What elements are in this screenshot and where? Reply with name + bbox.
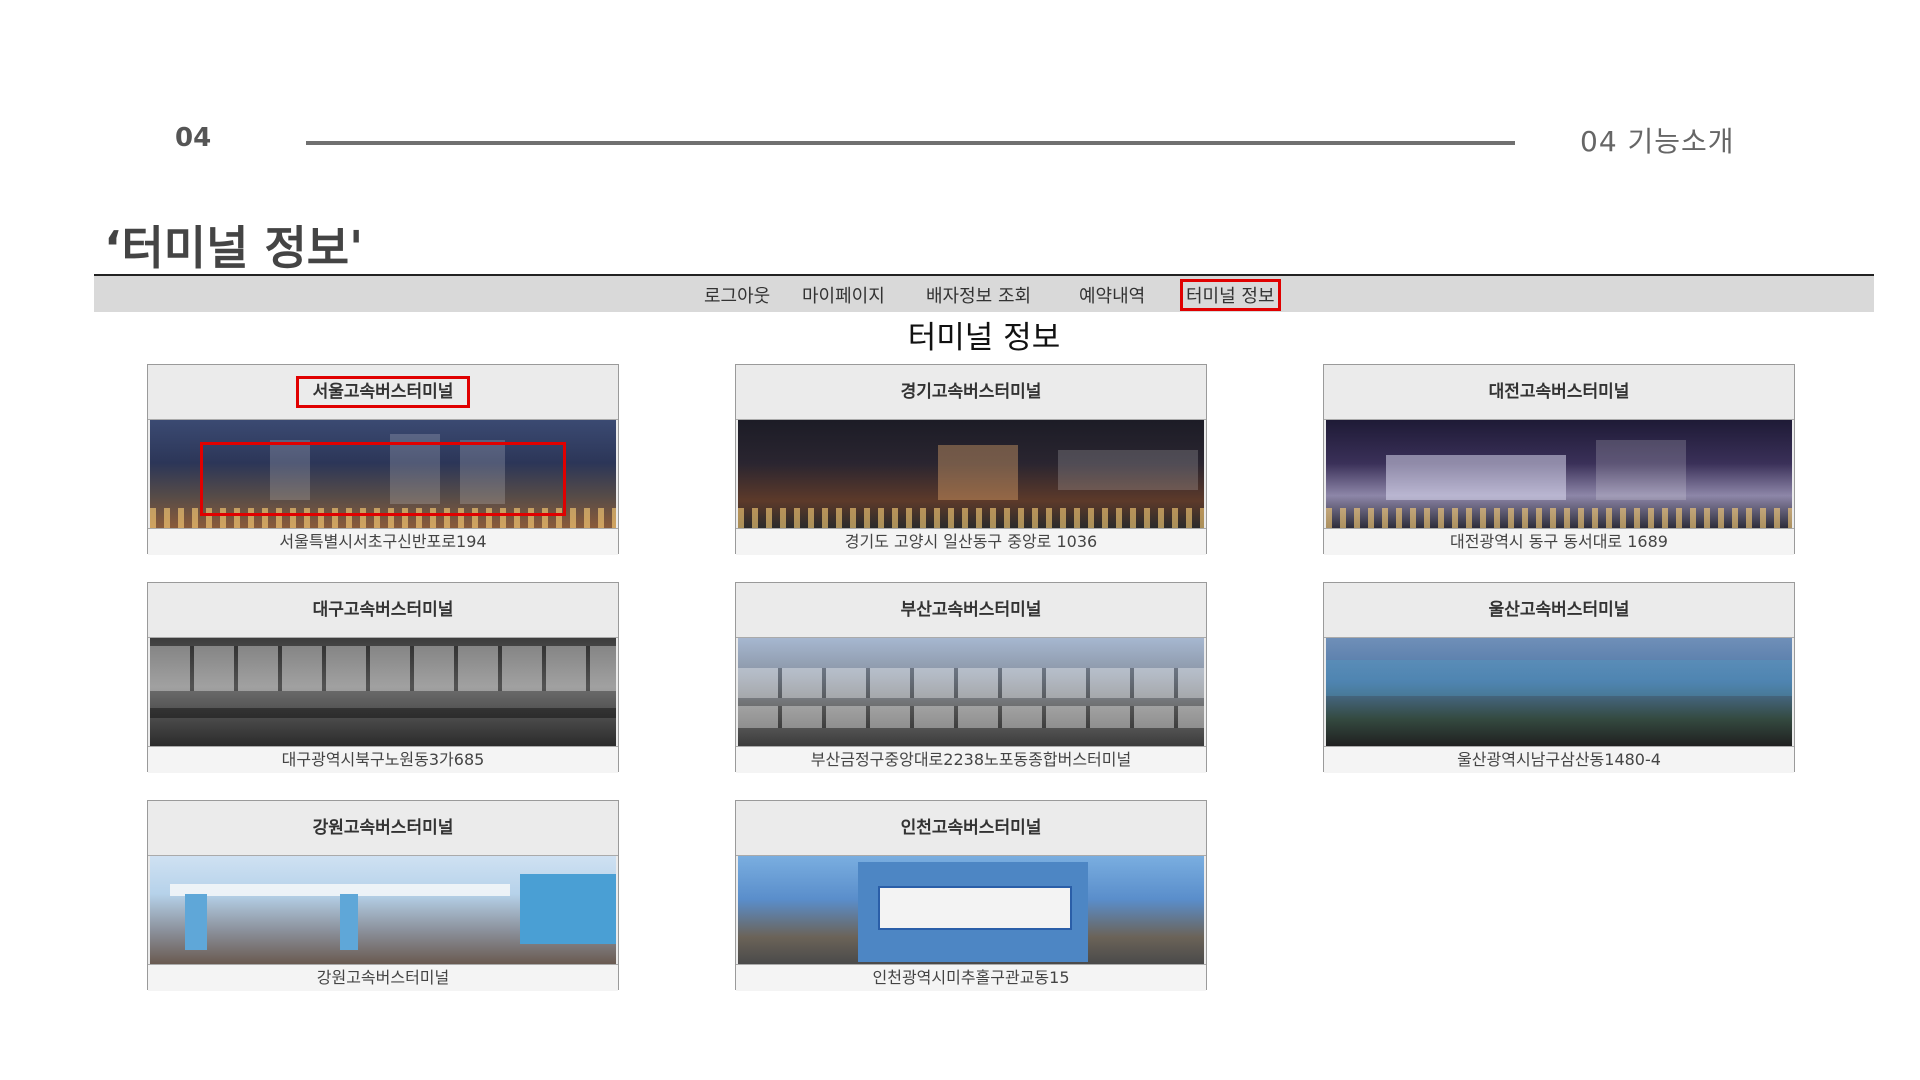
terminal-name[interactable]: 부산고속버스터미널 [891, 597, 1052, 623]
terminal-name[interactable]: 울산고속버스터미널 [1479, 597, 1640, 623]
terminal-address: 서울특별시서초구신반포로194 [148, 528, 618, 555]
header-divider [306, 141, 1515, 145]
terminal-card-daegu[interactable]: 대구고속버스터미널 대구광역시북구노원동3가685 [147, 582, 619, 773]
terminal-address: 강원고속버스터미널 [148, 964, 618, 991]
terminal-photo [738, 420, 1204, 528]
photo-highlight-box [200, 442, 566, 516]
terminal-card-daejeon[interactable]: 대전고속버스터미널 대전광역시 동구 동서대로 1689 [1323, 364, 1795, 555]
nav-mypage[interactable]: 마이페이지 [802, 282, 885, 308]
card-title: 경기고속버스터미널 [736, 365, 1206, 420]
slide-title: ‘터미널 정보' [104, 221, 364, 275]
terminal-name[interactable]: 강원고속버스터미널 [303, 815, 464, 841]
card-title: 부산고속버스터미널 [736, 583, 1206, 638]
terminal-card-busan[interactable]: 부산고속버스터미널 부산금정구중앙대로2238노포동종합버스터미널 [735, 582, 1207, 773]
terminal-name[interactable]: 대구고속버스터미널 [303, 597, 464, 623]
terminal-card-ulsan[interactable]: 울산고속버스터미널 울산광역시남구삼산동1480-4 [1323, 582, 1795, 773]
terminal-card-seoul[interactable]: 서울고속버스터미널 서울특별시서초구신반포로194 [147, 364, 619, 555]
section-label: 04 기능소개 [1580, 125, 1735, 158]
terminal-address: 대전광역시 동구 동서대로 1689 [1324, 528, 1794, 555]
terminal-photo [738, 638, 1204, 746]
card-title: 울산고속버스터미널 [1324, 583, 1794, 638]
navbar: 로그아웃 마이페이지 배자정보 조회 예약내역 터미널 정보 [94, 276, 1874, 312]
terminal-address: 울산광역시남구삼산동1480-4 [1324, 746, 1794, 773]
terminal-photo [738, 856, 1204, 964]
card-title: 대구고속버스터미널 [148, 583, 618, 638]
card-title: 대전고속버스터미널 [1324, 365, 1794, 420]
nav-logout[interactable]: 로그아웃 [704, 282, 770, 308]
terminal-address: 부산금정구중앙대로2238노포동종합버스터미널 [736, 746, 1206, 773]
terminal-address: 대구광역시북구노원동3가685 [148, 746, 618, 773]
nav-reservations[interactable]: 예약내역 [1079, 282, 1145, 308]
terminal-card-incheon[interactable]: 인천고속버스터미널 인천광역시미추홀구관교동15 [735, 800, 1207, 991]
terminal-photo [1326, 638, 1792, 746]
card-title: 서울고속버스터미널 [148, 365, 618, 420]
terminal-card-gyeonggi[interactable]: 경기고속버스터미널 경기도 고양시 일산동구 중앙로 1036 [735, 364, 1207, 555]
terminal-address: 경기도 고양시 일산동구 중앙로 1036 [736, 528, 1206, 555]
terminal-name[interactable]: 대전고속버스터미널 [1479, 379, 1640, 405]
terminal-photo [150, 420, 616, 528]
page-heading: 터미널 정보 [907, 320, 1061, 356]
nav-dispatch-info[interactable]: 배자정보 조회 [926, 282, 1031, 308]
terminal-name[interactable]: 인천고속버스터미널 [891, 815, 1052, 841]
card-title: 인천고속버스터미널 [736, 801, 1206, 856]
terminal-address: 인천광역시미추홀구관교동15 [736, 964, 1206, 991]
terminal-name[interactable]: 경기고속버스터미널 [891, 379, 1052, 405]
terminal-name[interactable]: 서울고속버스터미널 [295, 376, 471, 408]
terminal-photo [150, 638, 616, 746]
card-title: 강원고속버스터미널 [148, 801, 618, 856]
nav-terminal-info[interactable]: 터미널 정보 [1180, 279, 1281, 311]
terminal-photo [1326, 420, 1792, 528]
terminal-photo [150, 856, 616, 964]
terminal-card-gangwon[interactable]: 강원고속버스터미널 강원고속버스터미널 [147, 800, 619, 991]
slide-number: 04 [175, 123, 212, 153]
app-screenshot: 로그아웃 마이페이지 배자정보 조회 예약내역 터미널 정보 터미널 정보 서울… [94, 274, 1874, 1004]
